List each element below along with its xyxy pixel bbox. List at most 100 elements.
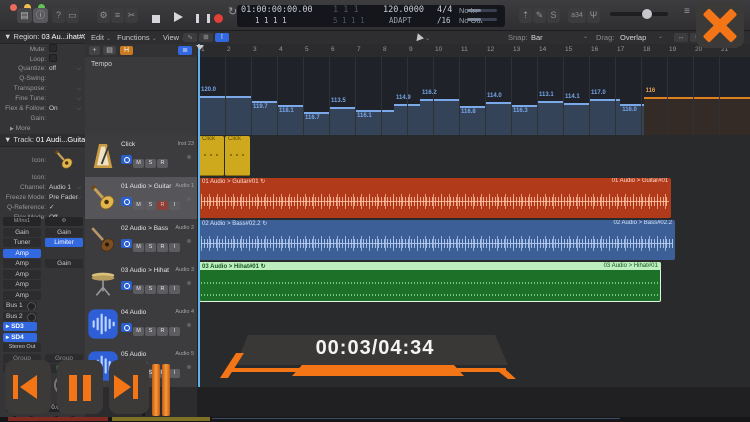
track-i-button[interactable]: I: [169, 285, 180, 294]
tempo-segment[interactable]: [537, 101, 563, 137]
track-param-freeze-mode[interactable]: Freeze Mode: Pre Fader ⌵: [0, 193, 85, 203]
track-s-button[interactable]: S: [145, 285, 156, 294]
drag-menu[interactable]: Overlap: [620, 31, 646, 44]
freeze-indicator[interactable]: [187, 197, 191, 201]
send-slot-sd3[interactable]: ▸ SD3: [3, 322, 37, 331]
track-param-icon[interactable]: Icon:: [0, 173, 85, 183]
track-r-button[interactable]: R: [157, 327, 168, 336]
strip-setting-button[interactable]: M/Ins1: [3, 217, 41, 226]
track-param-channel[interactable]: Channel: Audio 1 ⌵: [0, 183, 85, 193]
plugin-slot-amp[interactable]: Amp: [3, 280, 41, 289]
tempo-segment[interactable]: [563, 103, 589, 137]
bar-ruler[interactable]: 1 2 3 4 5 6 7 8 9 10 11 12 13 14 15 16 17 18 19 20 21: [197, 44, 750, 58]
region-01-audio-guitar-01[interactable]: 01 Audio > Guitar#01 ↻ 01 Audio > Guitar#…: [199, 178, 672, 218]
track-m-button[interactable]: M: [133, 327, 144, 336]
zoom-h-icon[interactable]: ↔: [674, 33, 688, 42]
plugin-slot-gain[interactable]: Gain: [45, 227, 83, 237]
cycle-button[interactable]: ↻: [228, 5, 237, 18]
track-header-03-audio-hihat[interactable]: 03 Audio > Hihat M S R I Audio 3: [85, 261, 197, 304]
play-button[interactable]: [174, 9, 183, 27]
track-m-button[interactable]: M: [133, 201, 144, 210]
hide-tracks-button[interactable]: H: [120, 46, 133, 55]
tuner-icon[interactable]: Ψ: [587, 8, 600, 23]
track-r-button[interactable]: R: [157, 201, 168, 210]
send-slot-sd4[interactable]: ▸ SD4: [3, 332, 37, 342]
region-param-loop[interactable]: Loop:: [0, 54, 85, 64]
plugin-slot-amp[interactable]: Amp: [3, 248, 41, 258]
plugin-slot-amp[interactable]: Amp: [3, 259, 41, 268]
plugin-slot-limiter[interactable]: Limiter: [45, 238, 83, 247]
region-param-flex-follow[interactable]: Flex & Follow: On ⌵: [0, 104, 85, 114]
track-icon-row[interactable]: Icon:: [0, 147, 85, 173]
flex-mode-icon[interactable]: ⊺: [215, 33, 229, 42]
freeze-indicator[interactable]: [187, 281, 191, 285]
power-icon[interactable]: [121, 323, 132, 332]
track-m-button[interactable]: M: [133, 285, 144, 294]
master-volume-slider[interactable]: [610, 9, 668, 19]
region-click[interactable]: Click: [199, 136, 224, 176]
plugin-slot-amp[interactable]: Amp: [3, 269, 41, 279]
overlay-skip-forward-button[interactable]: [109, 360, 149, 414]
track-r-button[interactable]: R: [157, 285, 168, 294]
track-lane-3[interactable]: 02 Audio > Bass#02.2 ↻ 02 Audio > Bass#02…: [197, 219, 750, 262]
global-tracks-button[interactable]: ≣: [178, 46, 192, 55]
track-inspector-header[interactable]: ▼ Track: 01 Audi...Guitar: [0, 134, 85, 147]
solo-mode-icon[interactable]: S: [547, 8, 560, 23]
tempo-segment[interactable]: [420, 99, 459, 137]
list-editors-icon[interactable]: ≡: [684, 6, 690, 17]
strip-setting-button[interactable]: Φ: [45, 217, 83, 226]
smart-controls-icon[interactable]: ⚙: [97, 8, 110, 23]
tempo-segment[interactable]: [329, 107, 355, 137]
region-param-fine-tune[interactable]: Fine Tune: ⌵: [0, 94, 85, 104]
track-i-button[interactable]: I: [169, 201, 180, 210]
power-icon[interactable]: [121, 239, 132, 248]
library-icon[interactable]: ▤: [17, 8, 32, 23]
track-lane-1[interactable]: Click Click: [197, 135, 750, 178]
plugin-slot-gain[interactable]: Gain: [3, 227, 41, 237]
tempo-track-header[interactable]: Tempo: [85, 57, 197, 136]
plugin-slot-amp[interactable]: Amp: [3, 290, 41, 300]
track-m-button[interactable]: M: [133, 159, 144, 168]
add-track-button[interactable]: +: [89, 46, 100, 55]
edit-menu[interactable]: Edit ⌄: [91, 33, 111, 42]
freeze-indicator[interactable]: [187, 155, 191, 159]
track-lane-4[interactable]: 03 Audio > Hihat#01 ↻ 03 Audio > Hihat#01: [197, 261, 750, 304]
power-icon[interactable]: [121, 281, 132, 290]
region-param-mute[interactable]: Mute:: [0, 44, 85, 54]
freeze-indicator[interactable]: [187, 323, 191, 327]
track-i-button[interactable]: I: [169, 369, 180, 378]
pencil-icon[interactable]: ✎: [533, 8, 546, 23]
plugin-slot-gain[interactable]: Gain: [45, 259, 83, 268]
checkbox[interactable]: [49, 54, 57, 62]
track-m-button[interactable]: M: [133, 243, 144, 252]
pause-button[interactable]: [196, 10, 210, 28]
region-02-audio-bass-02-2[interactable]: 02 Audio > Bass#02.2 ↻ 02 Audio > Bass#02…: [199, 220, 676, 260]
record-button[interactable]: [214, 10, 223, 28]
track-lane-2[interactable]: 01 Audio > Guitar#01 ↻ 01 Audio > Guitar#…: [197, 177, 750, 220]
track-s-button[interactable]: S: [145, 201, 156, 210]
crossfade-tool-icon[interactable]: ∿: [183, 33, 197, 42]
track-s-button[interactable]: S: [145, 243, 156, 252]
track-param-q-reference[interactable]: Q-Reference: ✓: [0, 203, 85, 213]
playhead[interactable]: [198, 44, 200, 387]
track-r-button[interactable]: R: [157, 159, 168, 168]
quick-help-icon[interactable]: ?: [52, 8, 65, 23]
inspector-icon[interactable]: ⓘ: [33, 8, 48, 23]
mixer-icon[interactable]: ≡: [111, 8, 124, 23]
more-row[interactable]: ▶ More: [0, 124, 85, 134]
scissors-icon[interactable]: ✂: [125, 8, 138, 23]
toolbar-icon[interactable]: ▭: [66, 8, 79, 23]
stop-button[interactable]: [152, 10, 160, 28]
region-inspector-header[interactable]: ▼ Region: 03 Au...ihat#01: [0, 31, 85, 44]
power-icon[interactable]: [121, 155, 132, 164]
track-header-04-audio[interactable]: 04 Audio M S R I Audio 4: [85, 303, 197, 346]
track-s-button[interactable]: S: [145, 159, 156, 168]
marquee-tool-icon[interactable]: ⊞: [199, 33, 213, 42]
traffic-close-button[interactable]: [10, 4, 17, 11]
track-type-button[interactable]: ▤: [103, 46, 116, 55]
count-in-icon[interactable]: ⇡: [519, 8, 532, 23]
track-r-button[interactable]: R: [157, 243, 168, 252]
tempo-tail-segment[interactable]: [643, 97, 750, 137]
track-header-click[interactable]: Click M S R Inst 23: [85, 135, 197, 178]
region-param-gain[interactable]: Gain:: [0, 114, 85, 124]
